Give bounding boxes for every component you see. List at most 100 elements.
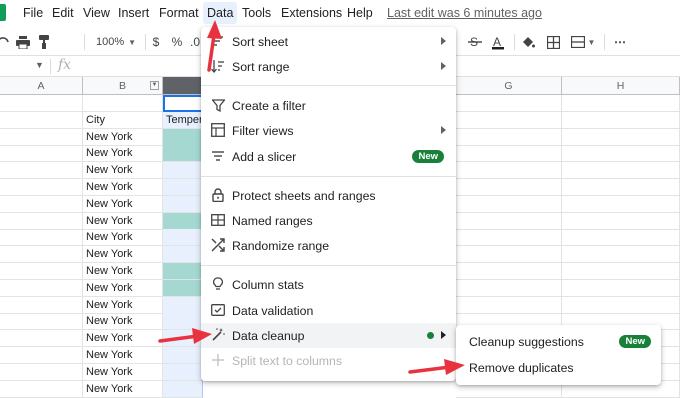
cell-c[interactable] (163, 128, 203, 146)
cell-a[interactable] (0, 279, 83, 297)
cell-empty[interactable] (562, 246, 680, 264)
cell-b[interactable]: New York (83, 380, 163, 398)
cell-empty[interactable] (456, 263, 562, 280)
cell-c[interactable] (163, 347, 203, 364)
menu-extensions[interactable]: Extensions (281, 6, 342, 20)
column-header-h[interactable]: H (562, 77, 680, 95)
cell-c[interactable] (163, 279, 203, 297)
menu-item-filter-views[interactable]: Filter views (201, 118, 456, 143)
cell-b[interactable]: New York (83, 330, 163, 348)
cell-c[interactable] (163, 246, 203, 264)
cell-empty[interactable] (456, 162, 562, 180)
cell-b[interactable]: New York (83, 313, 163, 331)
cell-c[interactable] (163, 195, 203, 213)
cell-empty[interactable] (562, 162, 680, 180)
cell-b[interactable]: New York (83, 179, 163, 196)
cell-empty[interactable] (562, 128, 680, 146)
cell-a[interactable] (0, 229, 83, 247)
cell-a[interactable] (0, 296, 83, 314)
cell-b[interactable]: New York (83, 229, 163, 247)
cell-empty[interactable] (562, 145, 680, 163)
menu-item-column-stats[interactable]: Column stats (201, 272, 456, 297)
cell-b[interactable]: New York (83, 347, 163, 364)
name-box-dropdown-icon[interactable]: ▼ (35, 60, 44, 70)
cell-empty[interactable] (456, 212, 562, 230)
cell-b[interactable]: New York (83, 363, 163, 381)
cell-a[interactable] (0, 179, 83, 196)
cell-a[interactable] (0, 95, 83, 112)
column-header-c[interactable] (163, 77, 203, 95)
cell-b[interactable]: New York (83, 195, 163, 213)
menu-help[interactable]: Help (347, 6, 373, 20)
merge-cells-icon[interactable]: ▼ (569, 33, 597, 51)
cell-empty[interactable] (562, 212, 680, 230)
cell-a[interactable] (0, 380, 83, 398)
menu-item-add-slicer[interactable]: Add a slicer New (201, 144, 456, 169)
cell-empty[interactable] (562, 95, 680, 112)
cell-a[interactable] (0, 212, 83, 230)
currency-format-button[interactable]: $ (150, 33, 162, 51)
submenu-item-remove-duplicates[interactable]: Remove duplicates (456, 355, 661, 380)
text-color-icon[interactable]: A (490, 33, 506, 51)
borders-icon[interactable] (545, 33, 561, 51)
column-header-b[interactable]: B ▼ (83, 77, 163, 95)
print-icon[interactable] (14, 33, 32, 51)
cell-a[interactable] (0, 347, 83, 364)
filter-dropdown-icon[interactable]: ▼ (150, 81, 159, 90)
cell-c[interactable] (163, 95, 203, 112)
menu-item-data-cleanup[interactable]: Data cleanup (201, 323, 456, 348)
menu-item-sort-range[interactable]: Sort range (201, 54, 456, 79)
cell-empty[interactable] (562, 111, 680, 129)
cell-empty[interactable] (456, 246, 562, 264)
cell-a[interactable] (0, 195, 83, 213)
paint-format-icon[interactable] (36, 33, 54, 51)
decimal-format-icon[interactable]: .0 (189, 33, 201, 51)
column-header-g[interactable]: G (456, 77, 562, 95)
cell-empty[interactable] (456, 111, 562, 129)
cell-b[interactable]: New York (83, 296, 163, 314)
cell-c[interactable] (163, 263, 203, 280)
cell-a[interactable] (0, 128, 83, 146)
menu-item-sort-sheet[interactable]: Sort sheet (201, 29, 456, 54)
cell-a[interactable] (0, 363, 83, 381)
cell-empty[interactable] (456, 128, 562, 146)
cell-empty[interactable] (456, 95, 562, 112)
cell-a[interactable] (0, 162, 83, 180)
menu-edit[interactable]: Edit (52, 6, 74, 20)
cell-empty[interactable] (562, 229, 680, 247)
menu-item-named-ranges[interactable]: Named ranges (201, 208, 456, 233)
cell-b[interactable]: New York (83, 279, 163, 297)
cell-b[interactable]: New York (83, 246, 163, 264)
cell-a[interactable] (0, 313, 83, 331)
cell-c[interactable]: Temper (163, 111, 203, 129)
cell-a[interactable] (0, 145, 83, 163)
last-edit-link[interactable]: Last edit was 6 minutes ago (387, 6, 542, 20)
cell-c[interactable] (163, 145, 203, 163)
cell-empty[interactable] (456, 179, 562, 196)
cell-c[interactable] (163, 380, 203, 398)
menu-item-data-validation[interactable]: Data validation (201, 298, 456, 323)
cell-empty[interactable] (456, 145, 562, 163)
cell-empty[interactable] (562, 179, 680, 196)
cell-b[interactable]: New York (83, 145, 163, 163)
cell-b[interactable]: New York (83, 263, 163, 280)
redo-icon[interactable] (0, 33, 12, 51)
submenu-item-cleanup-suggestions[interactable]: Cleanup suggestions New (456, 329, 661, 354)
menu-file[interactable]: File (23, 6, 43, 20)
cell-c[interactable] (163, 162, 203, 180)
cell-empty[interactable] (562, 296, 680, 314)
cell-b[interactable]: New York (83, 162, 163, 180)
menu-item-randomize-range[interactable]: Randomize range (201, 233, 456, 258)
cell-empty[interactable] (456, 296, 562, 314)
cell-empty[interactable] (562, 195, 680, 213)
menu-insert[interactable]: Insert (118, 6, 149, 20)
menu-format[interactable]: Format (159, 6, 199, 20)
cell-a[interactable] (0, 111, 83, 129)
cell-b[interactable]: City (83, 111, 163, 129)
cell-a[interactable] (0, 263, 83, 280)
strikethrough-icon[interactable]: S (467, 33, 483, 51)
more-options-icon[interactable]: ⋯ (612, 33, 628, 51)
cell-c[interactable] (163, 229, 203, 247)
cell-empty[interactable] (456, 279, 562, 297)
menu-item-create-filter[interactable]: Create a filter (201, 93, 456, 118)
